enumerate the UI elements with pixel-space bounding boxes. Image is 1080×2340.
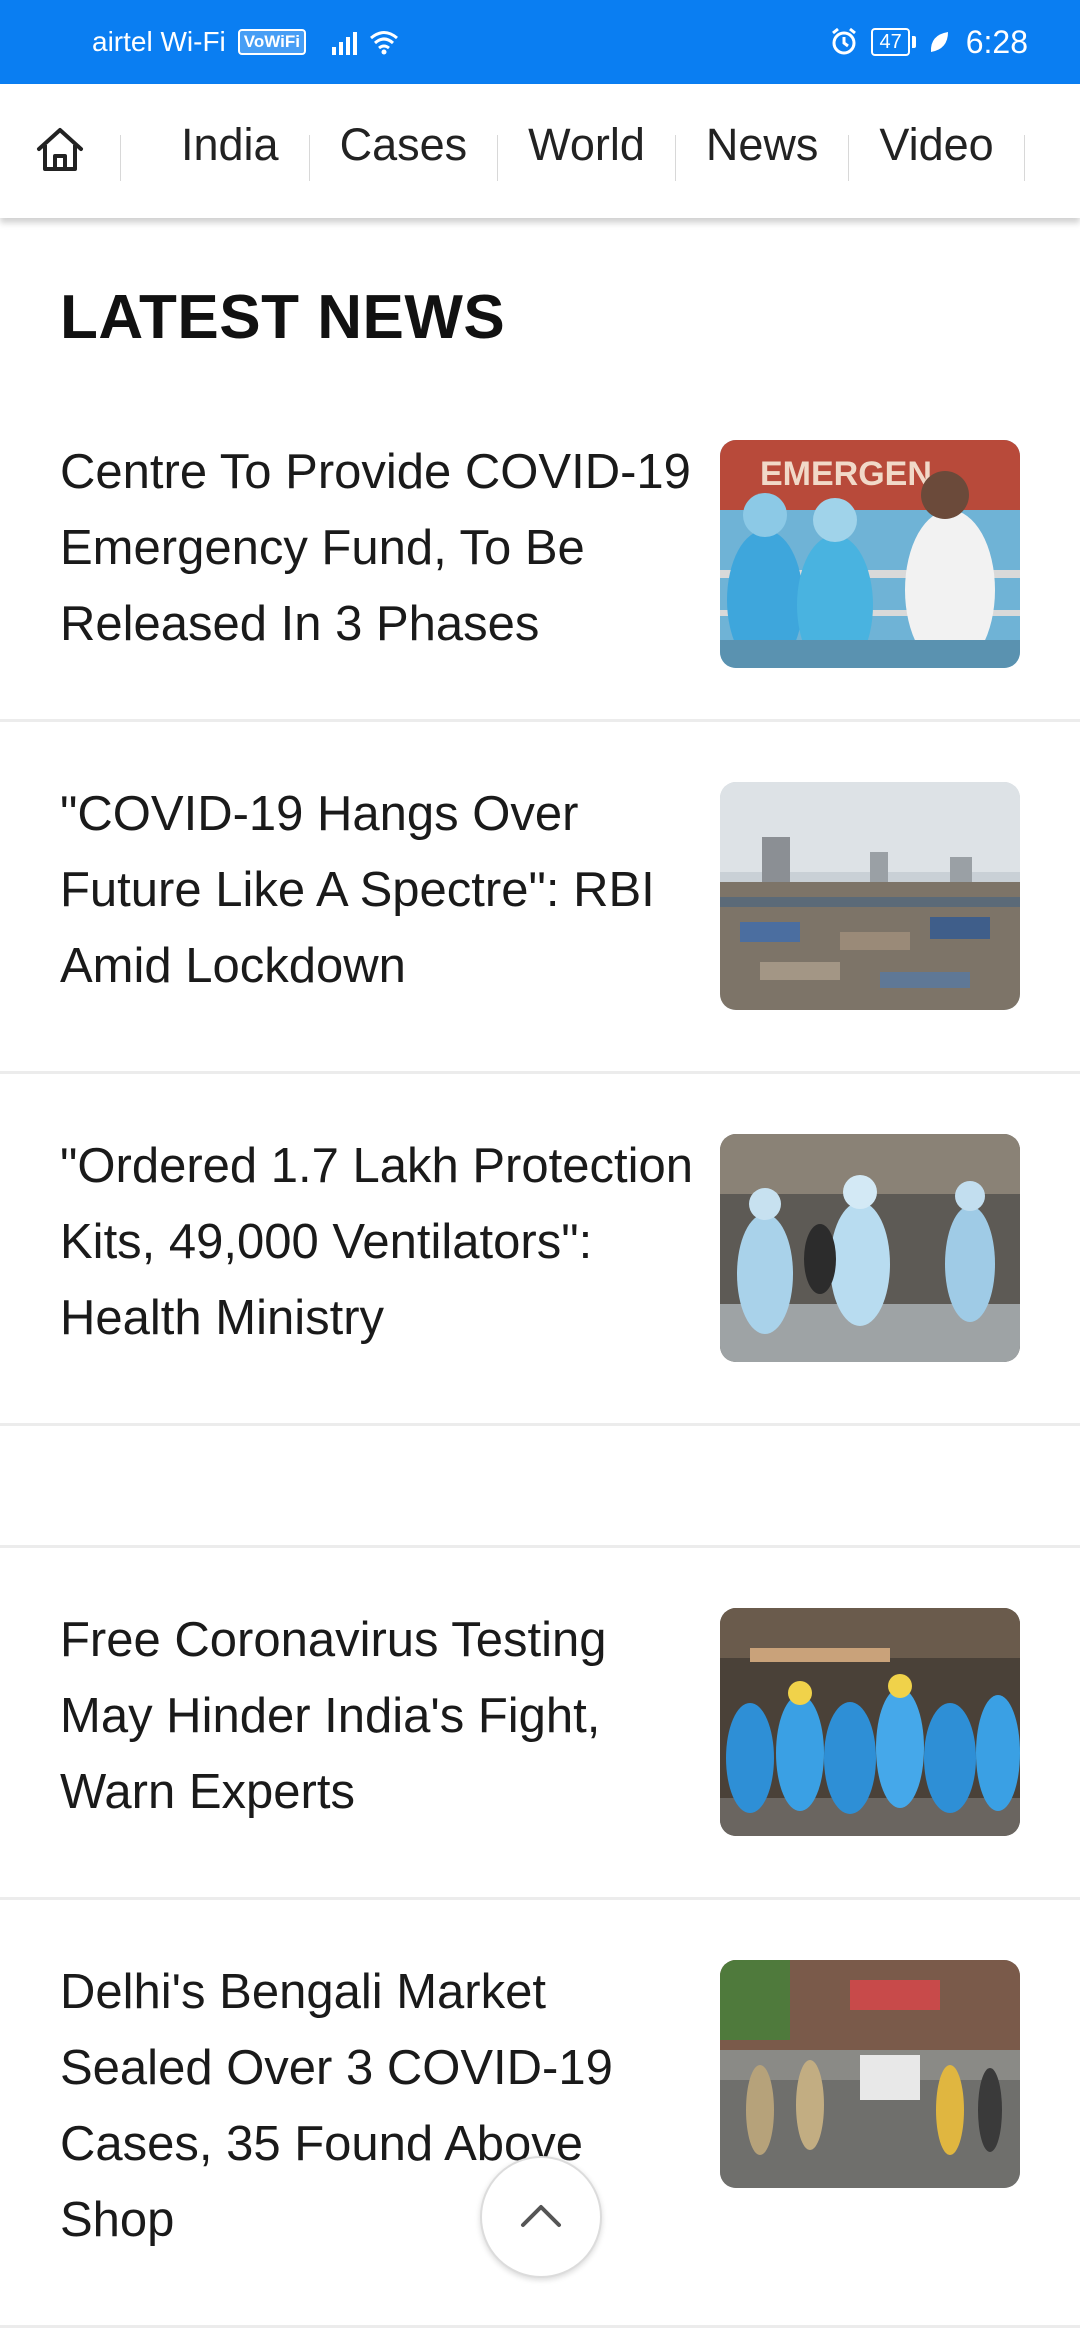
tab-video[interactable]: Video bbox=[849, 78, 1023, 212]
signal-icon bbox=[331, 29, 357, 55]
chevron-up-icon bbox=[519, 2201, 563, 2234]
leaf-icon bbox=[928, 29, 950, 55]
news-headline[interactable]: Delhi's Bengali Market Sealed Over 3 COV… bbox=[60, 1954, 700, 2258]
news-headline[interactable]: "Ordered 1.7 Lakh Protection Kits, 49,00… bbox=[60, 1128, 700, 1356]
news-thumbnail[interactable] bbox=[720, 782, 1020, 1010]
news-headline[interactable]: Centre To Provide COVID-19 Emergency Fun… bbox=[60, 434, 700, 662]
home-icon bbox=[34, 124, 86, 179]
tab-news[interactable]: News bbox=[676, 78, 849, 212]
battery-level: 47 bbox=[871, 28, 910, 56]
status-bar: airtel Wi-Fi VoWiFi 47 6:28 bbox=[0, 0, 1080, 84]
news-thumbnail[interactable] bbox=[720, 1608, 1020, 1836]
news-item[interactable]: "COVID-19 Hangs Over Future Like A Spect… bbox=[0, 722, 1080, 1074]
news-headline[interactable]: Free Coronavirus Testing May Hinder Indi… bbox=[60, 1602, 700, 1830]
svg-text:EMERGEN: EMERGEN bbox=[760, 455, 932, 493]
tab-cases[interactable]: Cases bbox=[310, 78, 498, 212]
home-button[interactable] bbox=[0, 84, 120, 218]
battery-icon: 47 bbox=[871, 28, 916, 56]
section-title: LATEST NEWS bbox=[60, 283, 506, 352]
news-item[interactable]: "Ordered 1.7 Lakh Protection Kits, 49,00… bbox=[0, 1074, 1080, 1426]
scroll-to-top-button[interactable] bbox=[480, 2156, 602, 2278]
news-headline[interactable]: "COVID-19 Hangs Over Future Like A Spect… bbox=[60, 776, 700, 1004]
alarm-icon bbox=[829, 27, 859, 57]
top-nav-bar: India Cases World News Video bbox=[0, 84, 1080, 218]
news-thumbnail[interactable] bbox=[720, 1134, 1020, 1362]
carrier-label: airtel Wi-Fi bbox=[92, 26, 226, 57]
vowifi-badge: VoWiFi bbox=[237, 29, 306, 55]
wifi-icon bbox=[369, 29, 399, 55]
status-time: 6:28 bbox=[965, 23, 1028, 60]
status-left: airtel Wi-Fi VoWiFi bbox=[92, 26, 399, 58]
news-item[interactable]: Centre To Provide COVID-19 Emergency Fun… bbox=[0, 380, 1080, 722]
ad-placeholder bbox=[0, 1426, 1080, 1548]
news-thumbnail[interactable] bbox=[720, 1960, 1020, 2188]
tab-india[interactable]: India bbox=[121, 78, 309, 212]
news-item[interactable]: Free Coronavirus Testing May Hinder Indi… bbox=[0, 1548, 1080, 1900]
news-thumbnail[interactable]: EMERGEN bbox=[720, 440, 1020, 668]
tab-world[interactable]: World bbox=[498, 78, 675, 212]
status-right: 47 6:28 bbox=[829, 24, 1028, 61]
nav-divider bbox=[1023, 135, 1025, 181]
